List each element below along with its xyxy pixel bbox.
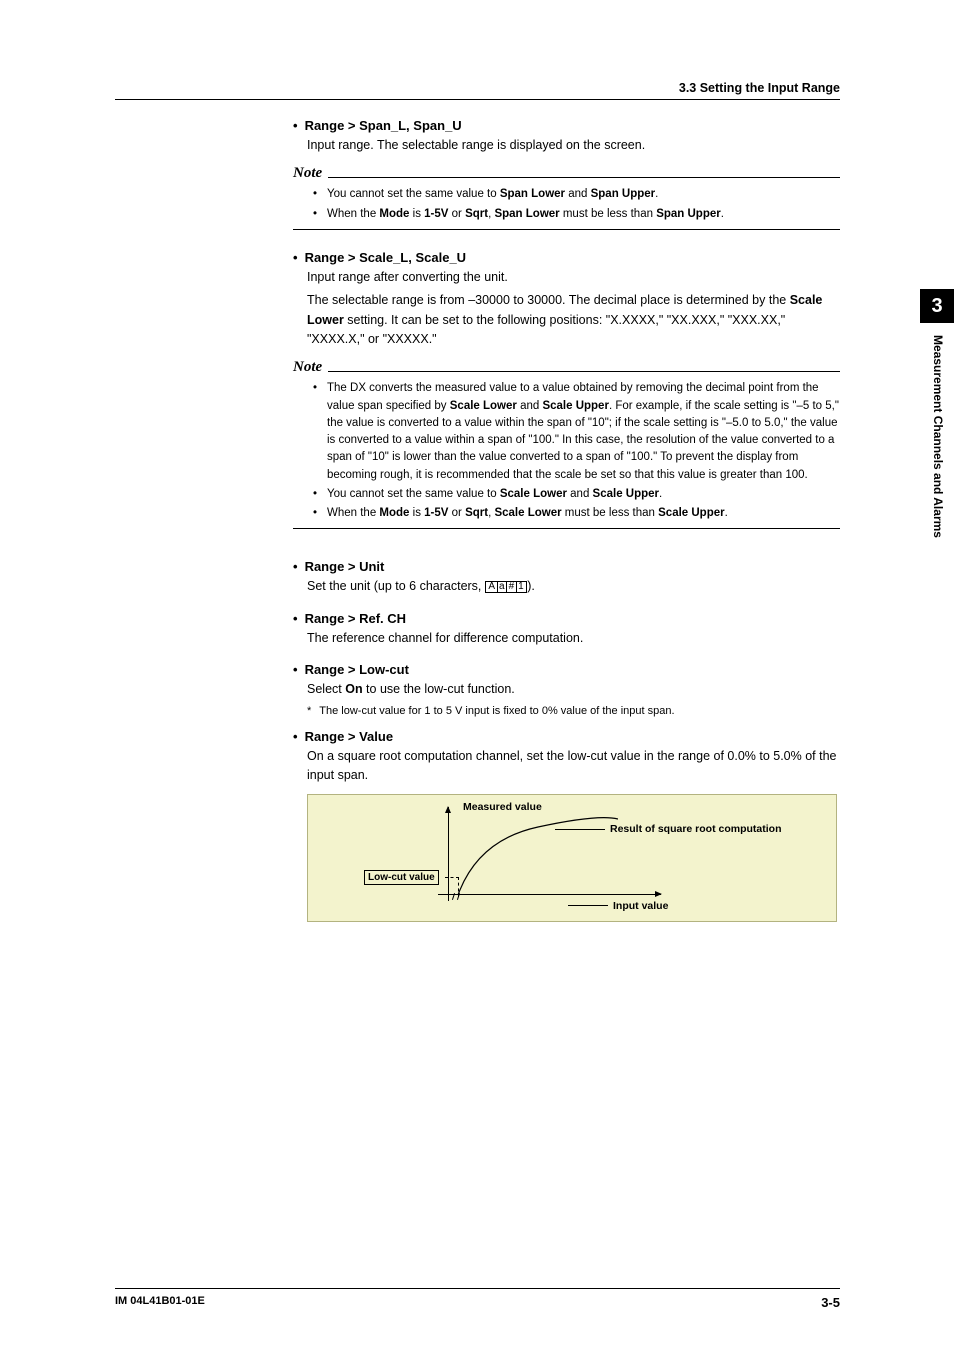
chapter-number-box: 3 <box>920 289 954 323</box>
note-list: The DX converts the measured value to a … <box>327 380 840 522</box>
body-lowcut: Select On to use the low-cut function. <box>307 680 840 699</box>
sqrt-curve <box>448 815 618 895</box>
main-content: Range > Span_L, Span_U Input range. The … <box>115 118 840 922</box>
keycap-icon: Aa#1 <box>485 581 527 593</box>
note-label: Note <box>293 359 328 376</box>
note-list: You cannot set the same value to Span Lo… <box>327 186 840 223</box>
chapter-number: 3 <box>931 295 942 318</box>
heading-refch: Range > Ref. CH <box>293 611 840 626</box>
note-item: When the Mode is 1-5V or Sqrt, Span Lowe… <box>327 206 840 223</box>
note-end-rule <box>293 229 840 230</box>
note-rule <box>328 371 840 372</box>
body-scale-1: Input range after converting the unit. <box>307 268 840 287</box>
note-label: Note <box>293 165 328 182</box>
label-lowcut: Low-cut value <box>364 870 439 885</box>
note-rule <box>328 177 840 178</box>
body-unit: Set the unit (up to 6 characters, Aa#1). <box>307 577 840 596</box>
note-header: Note <box>293 165 840 182</box>
body-value: On a square root computation channel, se… <box>307 747 840 786</box>
lead-line <box>555 829 605 830</box>
page-number: 3-5 <box>821 1295 840 1310</box>
note-item: You cannot set the same value to Scale L… <box>327 486 840 503</box>
heading-span: Range > Span_L, Span_U <box>293 118 840 133</box>
body-refch: The reference channel for difference com… <box>307 629 840 648</box>
note-item: When the Mode is 1-5V or Sqrt, Scale Low… <box>327 505 840 522</box>
page-footer: IM 04L41B01-01E 3-5 <box>115 1288 840 1310</box>
label-result: Result of square root computation <box>610 823 782 835</box>
heading-lowcut: Range > Low-cut <box>293 662 840 677</box>
body-scale-2: The selectable range is from –30000 to 3… <box>307 291 840 349</box>
page-content: 3.3 Setting the Input Range Range > Span… <box>115 81 840 922</box>
body-span: Input range. The selectable range is dis… <box>307 136 840 155</box>
side-tab: 3 Measurement Channels and Alarms <box>920 289 954 717</box>
note-item: The DX converts the measured value to a … <box>327 380 840 484</box>
lowcut-dash <box>445 877 459 878</box>
heading-scale: Range > Scale_L, Scale_U <box>293 250 840 265</box>
sqrt-diagram: Measured value Result of square root com… <box>307 794 837 922</box>
footnote-lowcut: *The low-cut value for 1 to 5 V input is… <box>307 704 840 719</box>
heading-unit: Range > Unit <box>293 559 840 574</box>
asterisk: * <box>307 705 311 717</box>
heading-value: Range > Value <box>293 729 840 744</box>
note-header: Note <box>293 359 840 376</box>
label-input: Input value <box>613 900 668 912</box>
note-item: You cannot set the same value to Span Lo… <box>327 186 840 203</box>
lead-line <box>568 905 608 906</box>
chapter-label: Measurement Channels and Alarms <box>920 335 945 538</box>
note-end-rule <box>293 528 840 529</box>
doc-id: IM 04L41B01-01E <box>115 1295 205 1310</box>
page-header: 3.3 Setting the Input Range <box>115 81 840 100</box>
label-measured: Measured value <box>463 801 542 813</box>
section-title: 3.3 Setting the Input Range <box>115 81 840 95</box>
